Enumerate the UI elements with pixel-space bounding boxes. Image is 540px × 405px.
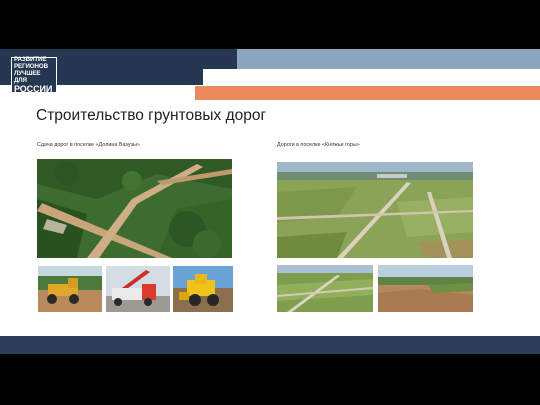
logo-line-3: ЛУЧШЕЕ ДЛЯ (14, 70, 41, 84)
logo-line-1: РАЗВИТИЕ (14, 56, 47, 63)
page-title: Строительство грунтовых дорог (36, 107, 267, 124)
crane-truck-photo (106, 266, 170, 312)
right-photo-caption: Дороги в поселке «Княжьи горы» (277, 142, 360, 148)
logo-line-4: РОССИИ (14, 84, 53, 94)
grader-photo (38, 266, 102, 312)
forest-road-aerial-photo (37, 159, 232, 258)
logo-line-2: РЕГИОНОВ (14, 63, 48, 70)
header-band-blue (237, 49, 540, 69)
left-photo-caption: Сдача дорог в поселке «Долина Вазузы» (37, 142, 140, 148)
footer-strip (0, 336, 540, 354)
header-band-orange (195, 86, 540, 100)
slide: РАЗВИТИЕ РЕГИОНОВ ЛУЧШЕЕ ДЛЯ РОССИИ Стро… (0, 49, 540, 354)
sand-field-photo (378, 265, 473, 312)
bulldozer-photo (173, 266, 233, 312)
field-roads-photo (277, 265, 373, 312)
fields-aerial-photo (277, 162, 473, 258)
logo: РАЗВИТИЕ РЕГИОНОВ ЛУЧШЕЕ ДЛЯ РОССИИ (11, 56, 57, 94)
